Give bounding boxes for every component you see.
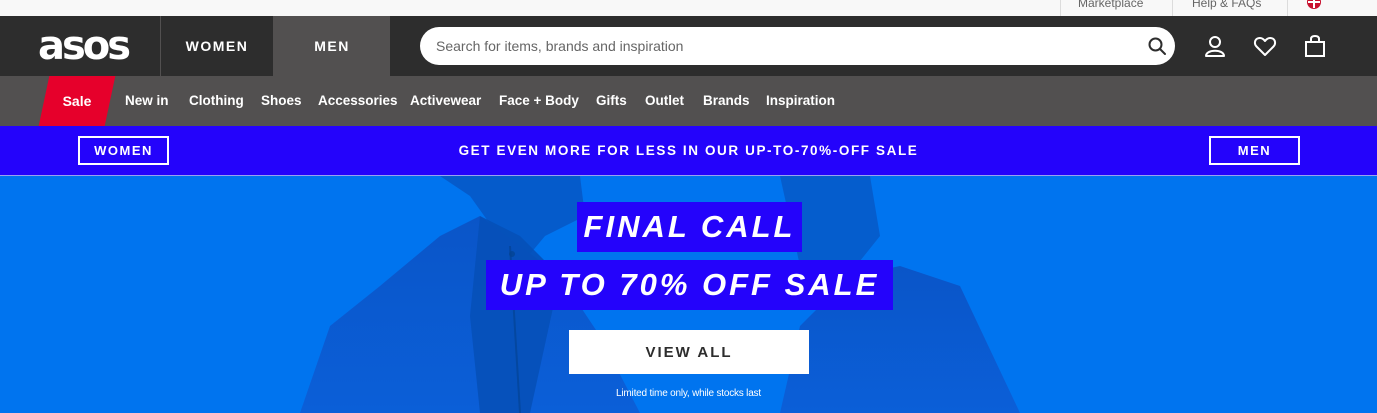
marketplace-link[interactable]: Marketplace xyxy=(1078,0,1143,16)
nav-item-new-in[interactable]: New in xyxy=(125,76,169,126)
utility-divider xyxy=(1172,0,1173,16)
uk-flag-icon[interactable] xyxy=(1306,0,1322,10)
search-input[interactable] xyxy=(436,27,1136,65)
promo-men-button[interactable]: MEN xyxy=(1209,136,1300,165)
site-header: asos WOMEN MEN xyxy=(0,16,1377,76)
nav-item-accessories[interactable]: Accessories xyxy=(318,76,398,126)
utility-bar: Marketplace Help & FAQs xyxy=(0,0,1377,16)
utility-divider xyxy=(1287,0,1288,16)
hero-banner[interactable]: FINAL CALL UP TO 70% OFF SALE VIEW ALL L… xyxy=(0,176,1377,413)
asos-logo[interactable]: asos xyxy=(38,26,131,66)
account-icon[interactable] xyxy=(1203,34,1227,58)
nav-item-clothing[interactable]: Clothing xyxy=(189,76,244,126)
category-nav: Sale New in Clothing Shoes Accessories A… xyxy=(0,76,1377,126)
nav-item-gifts[interactable]: Gifts xyxy=(596,76,627,126)
utility-divider xyxy=(1060,0,1061,16)
tab-women[interactable]: WOMEN xyxy=(160,16,274,76)
nav-item-sale[interactable]: Sale xyxy=(44,76,110,126)
nav-item-inspiration[interactable]: Inspiration xyxy=(766,76,835,126)
heart-icon[interactable] xyxy=(1253,34,1277,58)
nav-item-face-body[interactable]: Face + Body xyxy=(499,76,579,126)
view-all-button[interactable]: VIEW ALL xyxy=(569,330,809,374)
search-icon[interactable] xyxy=(1147,36,1167,56)
bag-icon[interactable] xyxy=(1303,34,1327,58)
nav-item-shoes[interactable]: Shoes xyxy=(261,76,302,126)
promo-message[interactable]: GET EVEN MORE FOR LESS IN OUR UP-TO-70%-… xyxy=(0,126,1377,176)
nav-item-outlet[interactable]: Outlet xyxy=(645,76,684,126)
help-faqs-link[interactable]: Help & FAQs xyxy=(1192,0,1261,16)
tab-men[interactable]: MEN xyxy=(274,16,390,76)
search-bar xyxy=(420,27,1175,65)
nav-item-activewear[interactable]: Activewear xyxy=(410,76,481,126)
hero-title-line1: FINAL CALL xyxy=(577,202,802,252)
hero-small-print: Limited time only, while stocks last xyxy=(616,388,761,399)
promo-women-button[interactable]: WOMEN xyxy=(78,136,169,165)
promo-strip: GET EVEN MORE FOR LESS IN OUR UP-TO-70%-… xyxy=(0,126,1377,176)
nav-item-brands[interactable]: Brands xyxy=(703,76,750,126)
hero-title-line2: UP TO 70% OFF SALE xyxy=(486,260,893,310)
